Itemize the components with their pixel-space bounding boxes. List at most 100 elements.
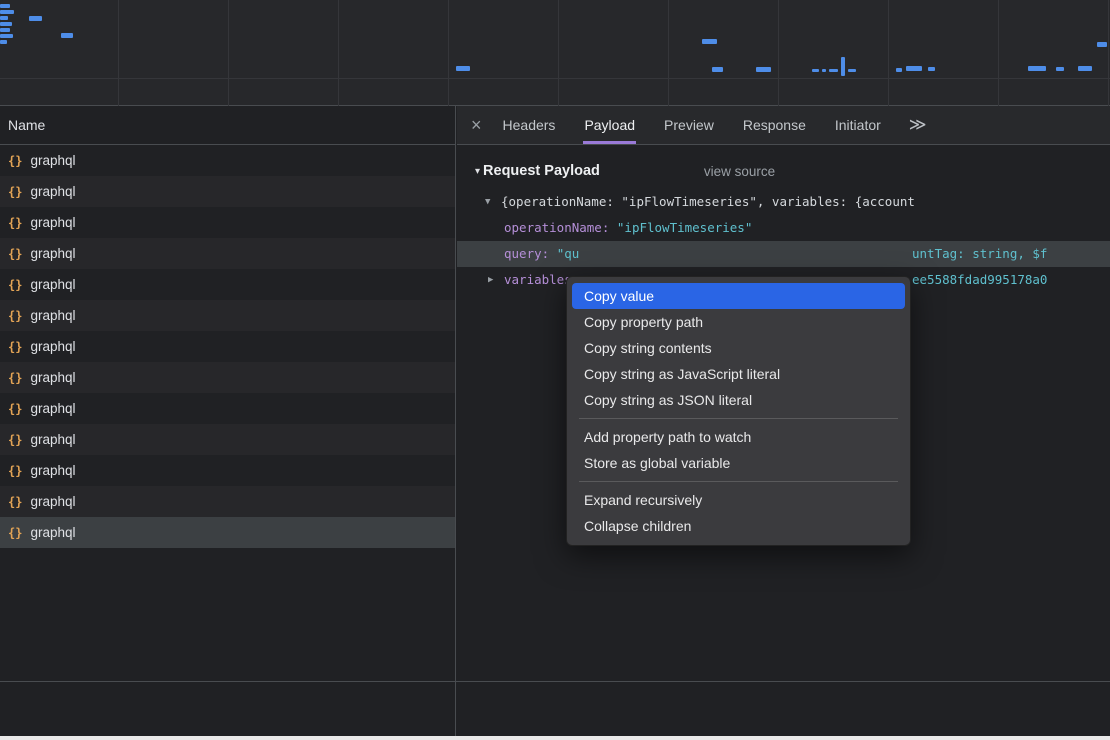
menu-item-copy-value[interactable]: Copy value — [572, 283, 905, 309]
payload-preview-text: {operationName: "ipFlowTimeseries", vari… — [501, 194, 915, 209]
timeline-gridline — [668, 0, 669, 106]
request-name: graphql — [30, 401, 75, 416]
tree-toggle-icon[interactable]: ▼ — [485, 189, 490, 215]
network-activity-bar — [848, 69, 856, 72]
network-activity-bar — [0, 34, 13, 38]
fetch-icon: {} — [8, 216, 22, 230]
fetch-icon: {} — [8, 464, 22, 478]
fetch-icon: {} — [8, 340, 22, 354]
request-name: graphql — [30, 277, 75, 292]
request-row[interactable]: {} graphql — [0, 486, 455, 517]
fetch-icon: {} — [8, 371, 22, 385]
payload-key: operationName: — [504, 220, 617, 235]
request-row[interactable]: {} graphql — [0, 238, 455, 269]
timeline-gridline — [888, 0, 889, 106]
request-row[interactable]: {}graphql — [0, 269, 455, 300]
timeline-gridline — [778, 0, 779, 106]
request-row[interactable]: {} graphql — [0, 331, 455, 362]
network-activity-bar — [61, 33, 73, 38]
fetch-icon: {} — [8, 495, 22, 509]
request-name: graphql — [30, 246, 75, 261]
request-list: {} graphql {} graphql {} graphql {} graphql {} gr… — [0, 145, 455, 548]
menu-separator — [579, 481, 898, 482]
menu-item-copy-property-path[interactable]: Copy property path — [572, 309, 905, 335]
network-activity-bar — [1056, 67, 1064, 71]
request-row[interactable]: {} graphql — [0, 517, 455, 548]
timeline-gridline — [558, 0, 559, 106]
network-activity-bar — [0, 16, 8, 20]
view-source-link[interactable]: view source — [704, 164, 775, 179]
network-activity-bar — [1078, 66, 1092, 71]
tree-toggle-icon[interactable]: ▶ — [488, 267, 493, 293]
tab-payload[interactable]: Payload — [583, 106, 636, 144]
network-activity-bar — [456, 66, 470, 71]
payload-view: ▾ Request Payload view source ▼ {operatio… — [457, 145, 1110, 293]
fetch-icon: {} — [8, 185, 22, 199]
window-bottom-strip — [0, 736, 1110, 740]
network-activity-bar — [0, 28, 10, 32]
menu-item-copy-string-contents[interactable]: Copy string contents — [572, 335, 905, 361]
network-activity-bar — [702, 39, 717, 44]
fetch-icon: {} — [8, 402, 22, 416]
request-name: graphql — [30, 339, 75, 354]
fetch-icon: {} — [8, 309, 22, 323]
network-activity-bar — [0, 10, 14, 14]
payload-preview-row[interactable]: ▼ {operationName: "ipFlowTimeseries", var… — [457, 189, 1110, 215]
request-name: graphql — [30, 370, 75, 385]
menu-item-expand-recursively[interactable]: Expand recursively — [572, 487, 905, 513]
request-row[interactable]: {}graphql — [0, 145, 455, 176]
payload-row-operationname[interactable]: operationName: "ipFlowTimeseries" — [457, 215, 1110, 241]
request-name: graphql — [30, 525, 75, 540]
section-collapse-arrow-icon[interactable]: ▾ — [475, 166, 480, 177]
request-row[interactable]: {} graphql — [0, 362, 455, 393]
network-activity-bar — [1028, 66, 1046, 71]
network-activity-bar — [756, 67, 771, 72]
close-icon[interactable]: × — [471, 115, 482, 136]
detail-tabs: Headers Payload Preview Response Initiator — [502, 106, 909, 144]
timeline-gridline — [448, 0, 449, 106]
menu-item-collapse-children[interactable]: Collapse children — [572, 513, 905, 539]
menu-item-copy-string-as-javascript-literal[interactable]: Copy string as JavaScript literal — [572, 361, 905, 387]
request-name: graphql — [30, 215, 75, 230]
request-row[interactable]: {} graphql — [0, 455, 455, 486]
fetch-icon: {} — [8, 433, 22, 447]
menu-item-add-property-path-to-watch[interactable]: Add property path to watch — [572, 424, 905, 450]
timeline-gridline — [118, 0, 119, 106]
network-activity-bar — [0, 40, 7, 44]
network-activity-bar — [822, 69, 826, 72]
timeline-overview[interactable] — [0, 0, 1110, 106]
request-row[interactable]: {} graphql — [0, 176, 455, 207]
name-column-header[interactable]: Name — [0, 106, 455, 145]
payload-row-query[interactable]: query: "quuntTag: string, $f — [457, 241, 1110, 267]
network-activity-bar — [1097, 42, 1107, 47]
menu-item-copy-string-as-json-literal[interactable]: Copy string as JSON literal — [572, 387, 905, 413]
tab-response[interactable]: Response — [742, 106, 807, 144]
network-activity-bar — [29, 16, 42, 21]
payload-key: query: — [504, 246, 557, 261]
network-activity-bar — [906, 66, 922, 71]
network-activity-bar — [712, 67, 723, 72]
request-payload-section-header[interactable]: ▾ Request Payload view source — [457, 157, 1110, 185]
menu-item-store-as-global-variable[interactable]: Store as global variable — [572, 450, 905, 476]
context-menu: Copy valueCopy property pathCopy string … — [566, 276, 911, 546]
fetch-icon: {} — [8, 526, 22, 540]
request-name: graphql — [30, 494, 75, 509]
network-activity-bar — [896, 68, 902, 72]
fetch-icon: {} — [8, 247, 22, 261]
tab-initiator[interactable]: Initiator — [834, 106, 882, 144]
network-activity-bar — [829, 69, 838, 72]
menu-separator — [579, 418, 898, 419]
request-name: graphql — [30, 463, 75, 478]
tab-preview[interactable]: Preview — [663, 106, 715, 144]
more-tabs-chevron-icon[interactable]: ≫ — [909, 115, 927, 135]
detail-tab-bar: × Headers Payload Preview Response Initiator… — [457, 106, 1110, 145]
request-row[interactable]: {} graphql — [0, 300, 455, 331]
tab-headers[interactable]: Headers — [502, 106, 557, 144]
request-name: graphql — [30, 308, 75, 323]
request-name: graphql — [30, 432, 75, 447]
name-column-label: Name — [8, 117, 45, 133]
request-name: graphql — [30, 184, 75, 199]
request-row[interactable]: {} graphql — [0, 393, 455, 424]
request-row[interactable]: {} graphql — [0, 207, 455, 238]
request-row[interactable]: {} graphql — [0, 424, 455, 455]
